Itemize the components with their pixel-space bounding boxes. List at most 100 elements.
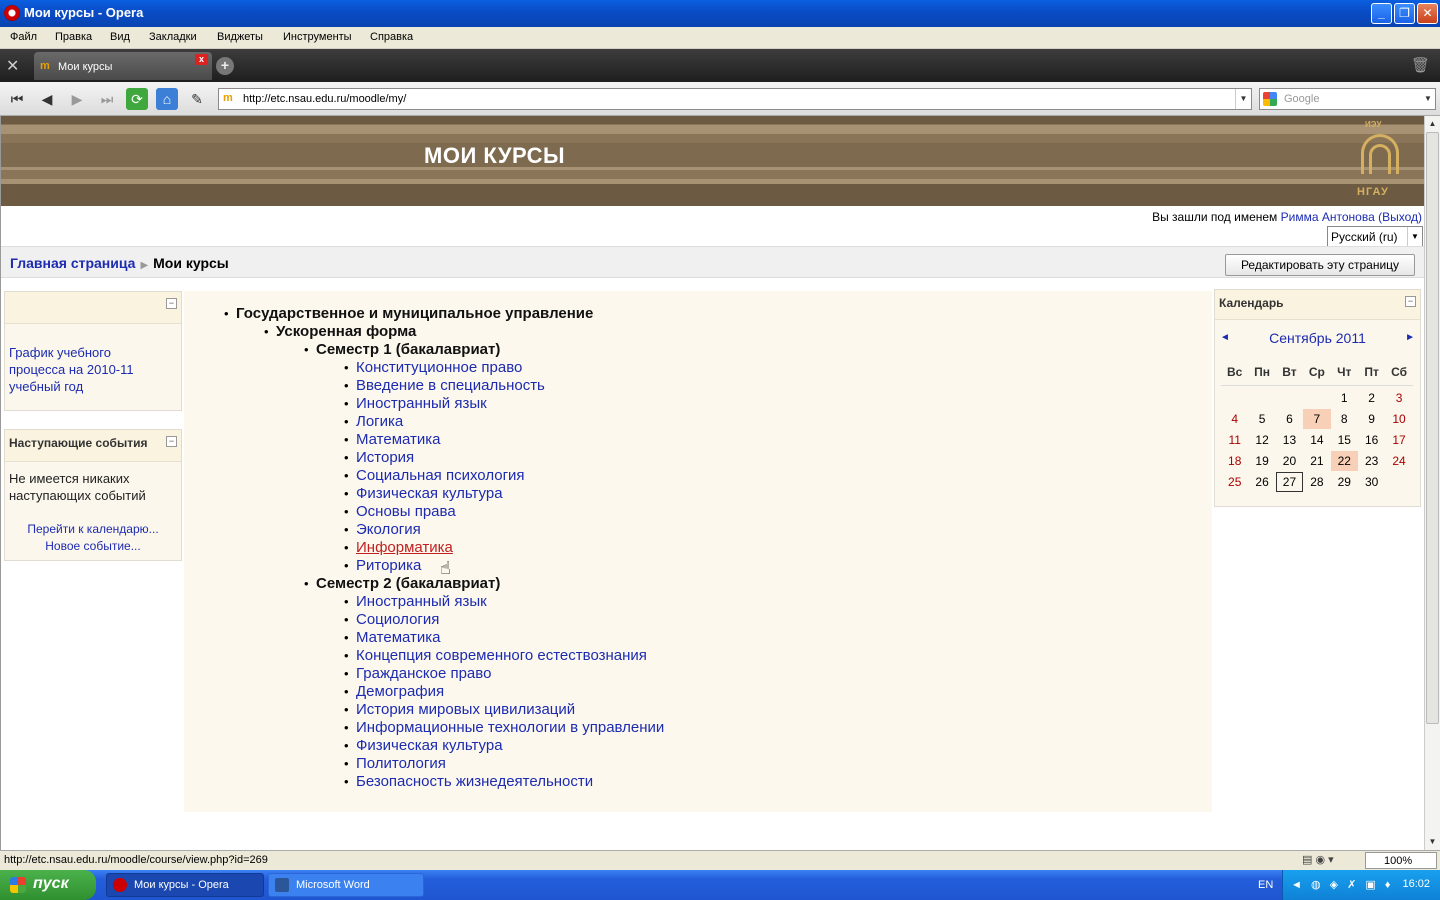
- list-item[interactable]: • Информационные технологии в управлении: [184, 719, 1212, 737]
- course-link[interactable]: Безопасность жизнедеятельности: [356, 773, 593, 791]
- scroll-up-icon[interactable]: ▲: [1425, 116, 1440, 132]
- taskbar-item-opera[interactable]: Мои курсы - Opera: [106, 873, 264, 897]
- back-icon[interactable]: ◀: [36, 88, 58, 110]
- course-link[interactable]: Экология: [356, 521, 421, 539]
- list-item[interactable]: • Безопасность жизнедеятельности: [184, 773, 1212, 791]
- new-event-link[interactable]: Новое событие...: [5, 539, 181, 553]
- calendar-day[interactable]: 22: [1330, 451, 1358, 471]
- new-tab-icon[interactable]: +: [216, 57, 234, 75]
- tab-my-courses[interactable]: m Мои курсы x: [34, 52, 212, 80]
- user-name-link[interactable]: Римма Антонова: [1281, 210, 1375, 224]
- course-link[interactable]: Математика: [356, 431, 441, 449]
- trash-icon[interactable]: 🗑: [1411, 56, 1430, 74]
- list-item[interactable]: • Конституционное право: [184, 359, 1212, 377]
- scroll-thumb[interactable]: [1426, 132, 1439, 724]
- fast-forward-icon[interactable]: ⏭: [96, 88, 118, 110]
- list-item[interactable]: • Экология: [184, 521, 1212, 539]
- list-item[interactable]: • Политология: [184, 755, 1212, 773]
- minimize-button[interactable]: _: [1371, 3, 1392, 24]
- vertical-scrollbar[interactable]: ▲ ▼: [1424, 116, 1440, 850]
- wrench-icon[interactable]: ✕: [6, 56, 19, 76]
- list-item[interactable]: • Концепция современного естествознания: [184, 647, 1212, 665]
- breadcrumb-home-link[interactable]: Главная страница: [10, 255, 135, 271]
- list-item[interactable]: • Физическая культура: [184, 737, 1212, 755]
- course-link[interactable]: Концепция современного естествознания: [356, 647, 647, 665]
- collapse-icon[interactable]: −: [166, 298, 177, 309]
- search-input[interactable]: Google: [1284, 93, 1319, 105]
- close-window-button[interactable]: ✕: [1417, 3, 1438, 24]
- course-link[interactable]: Информатика: [356, 539, 453, 557]
- menu-view[interactable]: Вид: [110, 31, 130, 43]
- course-link[interactable]: История: [356, 449, 414, 467]
- menu-widgets[interactable]: Виджеты: [217, 31, 263, 43]
- course-link[interactable]: Социология: [356, 611, 439, 629]
- collapse-icon[interactable]: −: [166, 436, 177, 447]
- course-link[interactable]: Политология: [356, 755, 446, 773]
- next-month-icon[interactable]: ►: [1405, 332, 1415, 343]
- list-item[interactable]: • Основы права: [184, 503, 1212, 521]
- menu-help[interactable]: Справка: [370, 31, 413, 43]
- course-link[interactable]: Основы права: [356, 503, 456, 521]
- input-language[interactable]: EN: [1258, 879, 1273, 891]
- start-button[interactable]: пуск: [0, 870, 96, 900]
- course-link[interactable]: Физическая культура: [356, 737, 503, 755]
- language-select[interactable]: Русский (ru) ▼: [1327, 226, 1423, 247]
- maximize-button[interactable]: ❐: [1394, 3, 1415, 24]
- course-link[interactable]: Социальная психология: [356, 467, 525, 485]
- tab-close-icon[interactable]: x: [195, 54, 208, 65]
- schedule-link[interactable]: График учебного процесса на 2010-11 учеб…: [9, 344, 169, 395]
- list-item[interactable]: • Иностранный язык: [184, 593, 1212, 611]
- course-link[interactable]: Физическая культура: [356, 485, 503, 503]
- logout-link[interactable]: (Выход): [1378, 210, 1422, 224]
- edit-page-button[interactable]: Редактировать эту страницу: [1225, 254, 1415, 276]
- taskbar-item-word[interactable]: Microsoft Word: [268, 873, 424, 897]
- menu-file[interactable]: Файл: [10, 31, 37, 43]
- list-item[interactable]: • Информатика: [184, 539, 1212, 557]
- list-item[interactable]: • Математика: [184, 629, 1212, 647]
- edit-pen-icon[interactable]: ✎: [186, 88, 208, 110]
- tray-icons[interactable]: ◄ ◍ ◈ ✗ ▣ ♦: [1291, 878, 1393, 891]
- course-link[interactable]: Иностранный язык: [356, 395, 487, 413]
- list-item[interactable]: • Социальная психология: [184, 467, 1212, 485]
- chevron-down-icon[interactable]: ▼: [1235, 89, 1251, 109]
- list-item[interactable]: • Риторика: [184, 557, 1212, 575]
- course-link[interactable]: Иностранный язык: [356, 593, 487, 611]
- forward-icon[interactable]: ▶: [66, 88, 88, 110]
- list-item[interactable]: • Физическая культура: [184, 485, 1212, 503]
- list-item[interactable]: • Гражданское право: [184, 665, 1212, 683]
- list-item[interactable]: • Логика: [184, 413, 1212, 431]
- rewind-icon[interactable]: ⏮: [6, 88, 28, 110]
- menu-bookmarks[interactable]: Закладки: [149, 31, 197, 43]
- list-item[interactable]: • Демография: [184, 683, 1212, 701]
- collapse-icon[interactable]: −: [1405, 296, 1416, 307]
- scroll-down-icon[interactable]: ▼: [1425, 834, 1440, 850]
- calendar-day[interactable]: 7: [1303, 409, 1331, 429]
- calendar-month-link[interactable]: Сентябрь 2011: [1215, 330, 1420, 346]
- home-icon[interactable]: ⌂: [156, 88, 178, 110]
- course-link[interactable]: Введение в специальность: [356, 377, 545, 395]
- course-link[interactable]: Математика: [356, 629, 441, 647]
- prev-month-icon[interactable]: ◄: [1220, 332, 1230, 343]
- goto-calendar-link[interactable]: Перейти к календарю...: [5, 522, 181, 536]
- list-item[interactable]: • Математика: [184, 431, 1212, 449]
- address-bar[interactable]: m http://etc.nsau.edu.ru/moodle/my/ ▼: [218, 88, 1252, 110]
- search-box[interactable]: Google ▼: [1259, 88, 1436, 110]
- reload-icon[interactable]: ⟳: [126, 88, 148, 110]
- google-icon[interactable]: [1263, 92, 1277, 106]
- menu-tools[interactable]: Инструменты: [283, 31, 352, 43]
- chevron-down-icon[interactable]: ▼: [1407, 227, 1422, 246]
- menu-edit[interactable]: Правка: [55, 31, 92, 43]
- course-link[interactable]: Информационные технологии в управлении: [356, 719, 664, 737]
- course-link[interactable]: Демография: [356, 683, 444, 701]
- course-link[interactable]: Риторика: [356, 557, 421, 575]
- zoom-select[interactable]: 100%: [1365, 852, 1437, 869]
- course-link[interactable]: История мировых цивилизаций: [356, 701, 575, 719]
- list-item[interactable]: • История: [184, 449, 1212, 467]
- course-link[interactable]: Гражданское право: [356, 665, 491, 683]
- status-icons[interactable]: ▤ ◉ ▾: [1302, 853, 1334, 866]
- course-link[interactable]: Конституционное право: [356, 359, 522, 377]
- course-link[interactable]: Логика: [356, 413, 403, 431]
- chevron-down-icon[interactable]: ▼: [1421, 89, 1435, 109]
- list-item[interactable]: • Иностранный язык: [184, 395, 1212, 413]
- list-item[interactable]: • Социология: [184, 611, 1212, 629]
